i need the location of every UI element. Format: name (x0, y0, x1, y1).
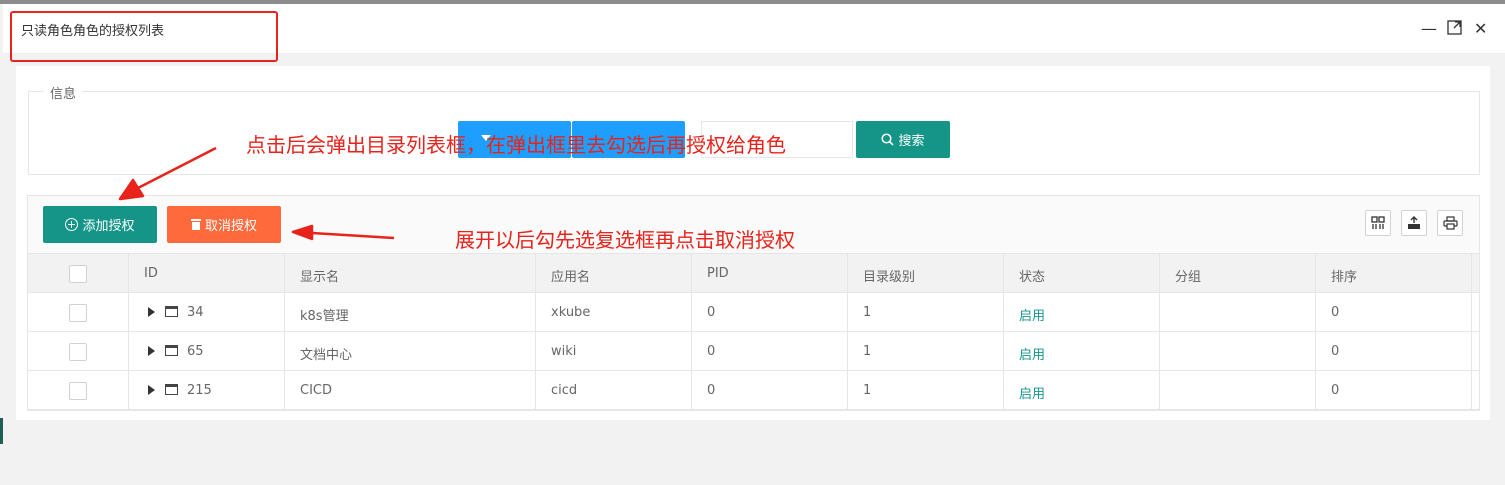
annotation-arrow-add (118, 146, 217, 201)
annotation-arrows (118, 146, 395, 241)
annotation-arrow-revoke (291, 224, 395, 241)
